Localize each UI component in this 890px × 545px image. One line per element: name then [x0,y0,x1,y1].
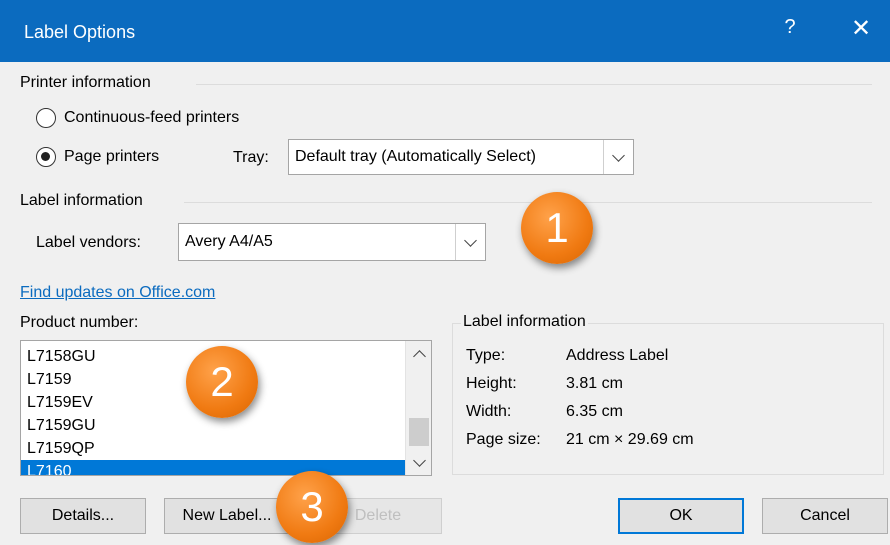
detail-value: 3.81 cm [566,375,623,392]
printer-info-divider [196,84,872,85]
page-printers-label: Page printers [64,148,160,165]
close-button[interactable]: ✕ [848,14,874,43]
detail-key: Page size: [466,431,541,448]
label-info-heading: Label information [20,192,143,209]
scroll-thumb[interactable] [409,418,429,446]
detail-value: 6.35 cm [566,403,623,420]
detail-key: Height: [466,375,517,392]
tray-label: Tray: [233,149,269,166]
label-details-legend: Label information [461,313,588,331]
detail-value: 21 cm × 29.69 cm [566,431,694,448]
tray-select[interactable]: Default tray (Automatically Select) [288,139,634,175]
list-item[interactable]: L7159QP [21,437,431,460]
ok-button[interactable]: OK [618,498,744,534]
radio-button[interactable] [36,108,56,128]
find-updates-link[interactable]: Find updates on Office.com [20,284,215,302]
continuous-feed-label: Continuous-feed printers [64,109,240,126]
callout-badge-2: 2 [186,346,258,418]
chevron-down-icon[interactable] [406,449,431,475]
detail-key: Type: [466,347,506,364]
label-details-group: Label information [452,313,884,475]
continuous-feed-radio[interactable]: Continuous-feed printers [36,108,239,128]
printer-info-heading: Printer information [20,74,151,91]
label-vendors-label: Label vendors: [36,234,141,251]
page-printers-radio[interactable]: Page printers [36,147,159,167]
callout-badge-1: 1 [521,192,593,264]
window-title: Label Options [24,22,136,42]
help-button[interactable]: ? [778,16,802,39]
list-scrollbar[interactable] [405,341,431,475]
label-vendors-select[interactable]: Avery A4/A5 [178,223,486,261]
label-info-divider [184,202,872,203]
cancel-button[interactable]: Cancel [762,498,888,534]
chevron-down-icon[interactable] [603,140,633,174]
product-number-label: Product number: [20,314,139,331]
label-vendors-value: Avery A4/A5 [185,233,273,250]
tray-value: Default tray (Automatically Select) [295,148,536,165]
list-item-selected[interactable]: L7160 [21,460,405,475]
callout-badge-3: 3 [276,471,348,543]
chevron-down-icon[interactable] [455,224,485,260]
chevron-up-icon[interactable] [406,341,431,367]
new-label-button[interactable]: New Label... [164,498,290,534]
detail-value: Address Label [566,347,669,364]
detail-key: Width: [466,403,512,420]
radio-button-checked[interactable] [36,147,56,167]
details-button[interactable]: Details... [20,498,146,534]
title-bar: Label Options ? ✕ [0,0,890,62]
